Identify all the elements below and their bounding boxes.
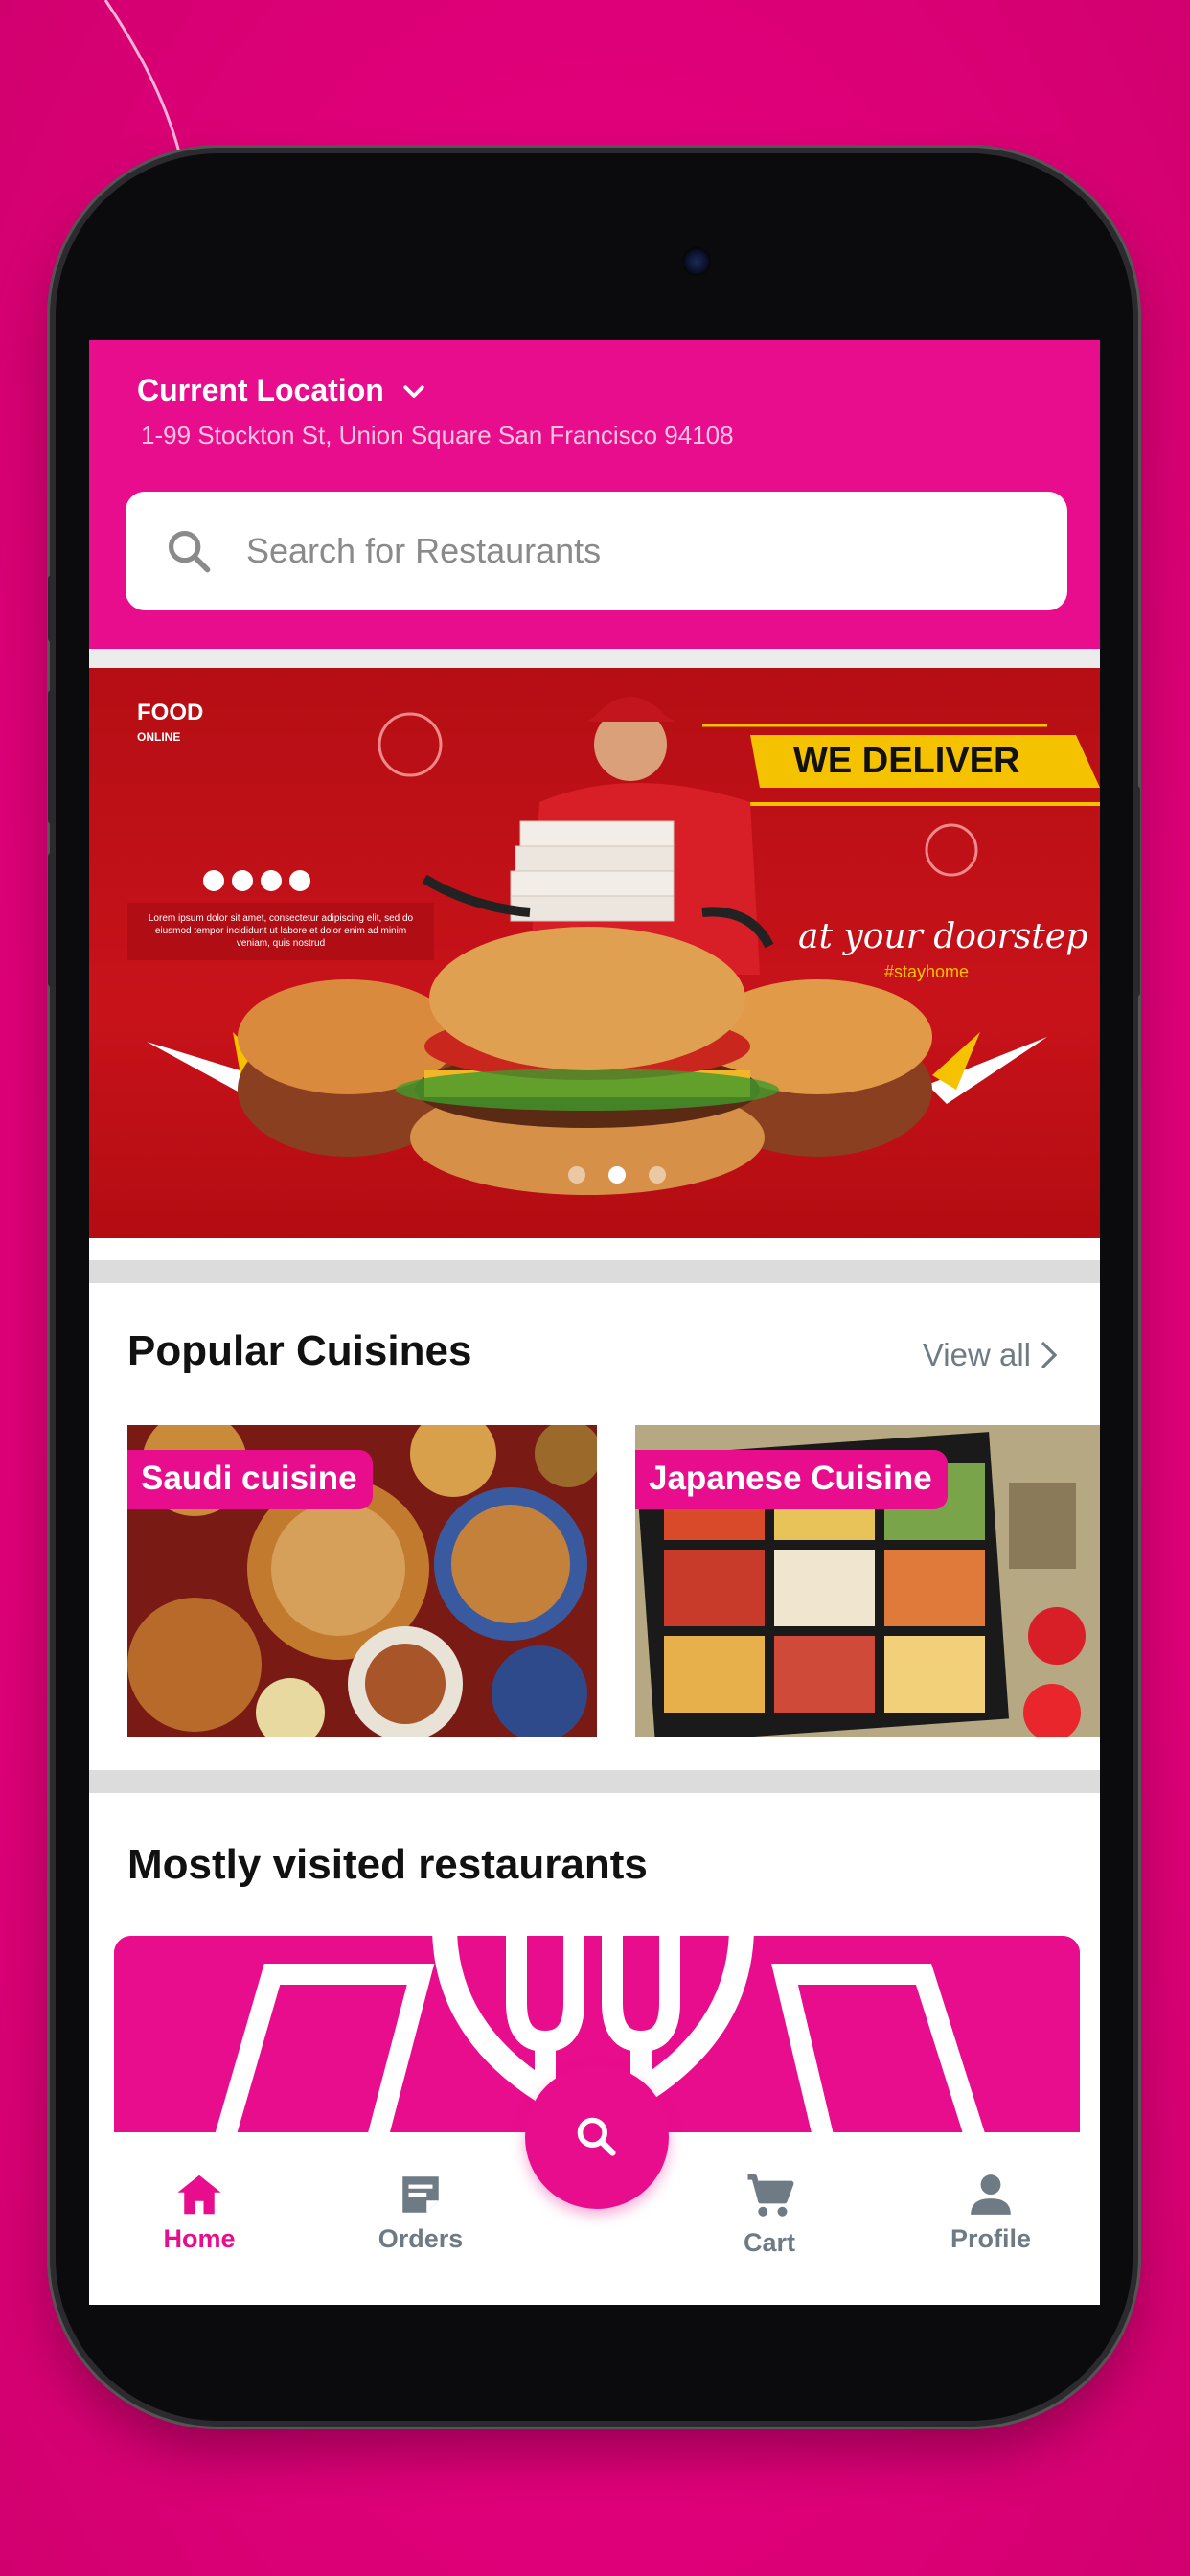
promo-banner[interactable]: FOOD ONLINE WE DELIVER at your doorstep … xyxy=(89,668,1100,1238)
location-address: 1-99 Stockton St, Union Square San Franc… xyxy=(141,421,734,449)
phone-volume-down xyxy=(48,853,56,987)
carousel-indicator[interactable] xyxy=(568,1166,666,1184)
nav-profile[interactable]: Profile xyxy=(914,2171,1067,2254)
profile-icon xyxy=(971,2174,1011,2215)
nav-profile-label: Profile xyxy=(950,2224,1032,2253)
search-icon xyxy=(577,2117,616,2156)
chevron-right-icon xyxy=(1041,1342,1058,1368)
app-screen: Current Location 1-99 Stockton St, Union… xyxy=(89,340,1100,2305)
nav-home[interactable]: Home xyxy=(123,2171,276,2254)
carousel-dot[interactable] xyxy=(568,1166,585,1184)
orders-icon xyxy=(402,2176,439,2213)
search-input[interactable]: Search for Restaurants xyxy=(246,531,601,571)
search-icon xyxy=(168,530,211,573)
home-icon xyxy=(177,2174,221,2215)
phone-mute-switch xyxy=(48,575,56,642)
nav-cart[interactable]: Cart xyxy=(693,2171,846,2258)
section-divider xyxy=(89,1260,1100,1283)
cuisine-card-saudi[interactable]: Saudi cuisine xyxy=(127,1425,597,1736)
mostly-visited-title: Mostly visited restaurants xyxy=(127,1841,648,1888)
phone-volume-up xyxy=(48,690,56,824)
banner-brand-subtext: ONLINE xyxy=(137,730,181,744)
banner-hashtag: #stayhome xyxy=(884,962,970,981)
search-bar[interactable]: Search for Restaurants xyxy=(126,492,1067,610)
nav-orders[interactable]: Orders xyxy=(344,2171,497,2254)
cuisine-label: Japanese Cuisine xyxy=(635,1450,948,1509)
app-header: Current Location 1-99 Stockton St, Union… xyxy=(89,340,1100,649)
location-title: Current Location xyxy=(137,373,384,407)
divider xyxy=(89,649,1100,668)
chevron-down-icon xyxy=(403,384,424,398)
nav-home-label: Home xyxy=(163,2224,236,2253)
cuisine-label: Saudi cuisine xyxy=(127,1450,373,1509)
location-selector[interactable]: Current Location xyxy=(137,373,428,408)
carousel-dot-active[interactable] xyxy=(608,1166,626,1184)
banner-brand-logo: FOOD ONLINE xyxy=(137,702,203,748)
banner-headline: WE DELIVER xyxy=(793,741,1020,781)
banner-body-text: Lorem ipsum dolor sit amet, consectetur … xyxy=(148,913,414,949)
cart-icon xyxy=(747,2174,794,2217)
banner-tagline: at your doorstep xyxy=(798,917,1088,956)
cuisine-card-japanese[interactable]: Japanese Cuisine xyxy=(635,1425,1100,1736)
carousel-dot[interactable] xyxy=(649,1166,666,1184)
popular-cuisines-title: Popular Cuisines xyxy=(127,1327,472,1374)
view-all-link[interactable]: View all xyxy=(923,1337,1060,1373)
banner-brand-text: FOOD xyxy=(137,700,204,725)
search-fab-button[interactable] xyxy=(525,2065,669,2209)
phone-power-button xyxy=(1133,786,1140,997)
view-all-label: View all xyxy=(922,1337,1031,1372)
section-divider xyxy=(89,1770,1100,1793)
front-camera xyxy=(682,247,711,276)
nav-orders-label: Orders xyxy=(378,2224,464,2253)
nav-cart-label: Cart xyxy=(743,2228,795,2257)
